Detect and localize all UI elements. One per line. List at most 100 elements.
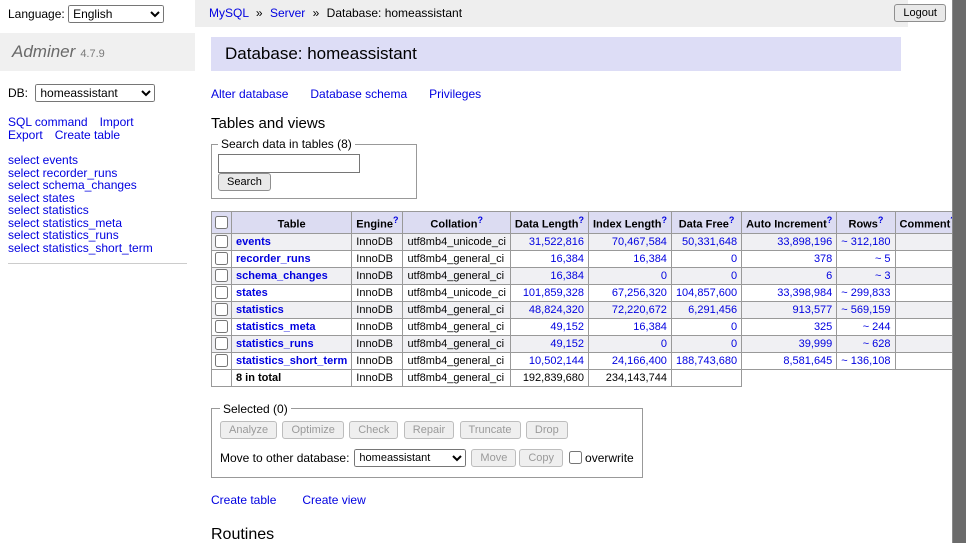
adminer-logo-text[interactable]: Adminer: [12, 42, 75, 61]
language-select[interactable]: English: [68, 5, 164, 23]
select-all-checkbox[interactable]: [215, 216, 228, 229]
data-length-link[interactable]: 31,522,816: [529, 236, 584, 248]
auto-increment-link[interactable]: 325: [814, 321, 832, 333]
index-length-link[interactable]: 72,220,672: [612, 304, 667, 316]
help-link[interactable]: ?: [578, 215, 584, 225]
sidebar-create-table-link[interactable]: Create table: [55, 128, 120, 142]
auto-increment-link[interactable]: 33,898,196: [777, 236, 832, 248]
row-checkbox[interactable]: [215, 303, 228, 316]
index-length-link[interactable]: 24,166,400: [612, 355, 667, 367]
search-input[interactable]: [218, 154, 360, 173]
move-button[interactable]: Move: [471, 449, 516, 467]
table-name-link[interactable]: states: [236, 287, 268, 299]
rows-link[interactable]: ~ 244: [863, 321, 891, 333]
privileges-link[interactable]: Privileges: [429, 87, 481, 101]
logout-button[interactable]: Logout: [894, 4, 946, 22]
auto-increment-link[interactable]: 913,577: [793, 304, 833, 316]
table-name-link[interactable]: statistics_short_term: [236, 355, 347, 367]
table-name-link[interactable]: statistics_runs: [236, 338, 314, 350]
drop-button[interactable]: Drop: [526, 421, 568, 439]
index-length-link[interactable]: 16,384: [633, 253, 667, 265]
row-checkbox[interactable]: [215, 252, 228, 265]
data-length-link[interactable]: 101,859,328: [523, 287, 584, 299]
data-free-link[interactable]: 6,291,456: [688, 304, 737, 316]
rows-link[interactable]: ~ 299,833: [841, 287, 890, 299]
index-length-link[interactable]: 0: [661, 338, 667, 350]
help-link[interactable]: ?: [878, 215, 884, 225]
vertical-scrollbar[interactable]: [952, 0, 966, 543]
truncate-button[interactable]: Truncate: [460, 421, 521, 439]
rows-link[interactable]: ~ 628: [863, 338, 891, 350]
data-free-link[interactable]: 0: [731, 321, 737, 333]
data-length-link[interactable]: 49,152: [550, 321, 584, 333]
search-button[interactable]: Search: [218, 173, 271, 191]
index-length-link[interactable]: 67,256,320: [612, 287, 667, 299]
sidebar-table-link[interactable]: select events: [8, 154, 187, 167]
copy-button[interactable]: Copy: [519, 449, 563, 467]
auto-increment-link[interactable]: 378: [814, 253, 832, 265]
row-checkbox[interactable]: [215, 235, 228, 248]
sidebar-table-link[interactable]: select statistics_runs: [8, 229, 187, 242]
export-link[interactable]: Export: [8, 128, 43, 142]
rows-link[interactable]: ~ 5: [875, 253, 891, 265]
table-name-link[interactable]: schema_changes: [236, 270, 328, 282]
database-schema-link[interactable]: Database schema: [310, 87, 407, 101]
table-name-link[interactable]: statistics: [236, 304, 284, 316]
check-button[interactable]: Check: [349, 421, 398, 439]
sidebar-table-link[interactable]: select schema_changes: [8, 179, 187, 192]
breadcrumb-server-link[interactable]: Server: [270, 6, 305, 20]
auto-increment-link[interactable]: 39,999: [799, 338, 833, 350]
main-create-table-link[interactable]: Create table: [211, 493, 276, 507]
scrollbar-thumb[interactable]: [952, 0, 966, 543]
table-name-link[interactable]: recorder_runs: [236, 253, 311, 265]
comment-cell: [895, 267, 952, 284]
help-link[interactable]: ?: [393, 215, 399, 225]
data-free-link[interactable]: 104,857,600: [676, 287, 737, 299]
row-checkbox[interactable]: [215, 320, 228, 333]
row-checkbox[interactable]: [215, 286, 228, 299]
rows-link[interactable]: ~ 569,159: [841, 304, 890, 316]
sidebar-table-link[interactable]: select statistics_short_term: [8, 242, 187, 255]
row-checkbox[interactable]: [215, 354, 228, 367]
main-create-view-link[interactable]: Create view: [302, 493, 365, 507]
import-link[interactable]: Import: [100, 115, 134, 129]
help-link[interactable]: ?: [827, 215, 833, 225]
data-free-link[interactable]: 50,331,648: [682, 236, 737, 248]
optimize-button[interactable]: Optimize: [282, 421, 343, 439]
db-select[interactable]: homeassistant: [35, 84, 155, 102]
table-name-link[interactable]: events: [236, 236, 271, 248]
index-length-link[interactable]: 0: [661, 270, 667, 282]
row-checkbox[interactable]: [215, 337, 228, 350]
data-free-link[interactable]: 0: [731, 253, 737, 265]
auto-increment-link[interactable]: 33,398,984: [777, 287, 832, 299]
rows-link[interactable]: ~ 312,180: [841, 236, 890, 248]
data-free-link[interactable]: 0: [731, 270, 737, 282]
sidebar-table-link[interactable]: select statistics: [8, 204, 187, 217]
rows-link[interactable]: ~ 3: [875, 270, 891, 282]
data-free-link[interactable]: 188,743,680: [676, 355, 737, 367]
auto-increment-link[interactable]: 6: [826, 270, 832, 282]
data-length-link[interactable]: 48,824,320: [529, 304, 584, 316]
repair-button[interactable]: Repair: [404, 421, 454, 439]
help-link[interactable]: ?: [477, 215, 483, 225]
row-checkbox[interactable]: [215, 269, 228, 282]
move-db-select[interactable]: homeassistant: [354, 449, 466, 467]
data-free-link[interactable]: 0: [731, 338, 737, 350]
table-name-link[interactable]: statistics_meta: [236, 321, 316, 333]
breadcrumb-mysql-link[interactable]: MySQL: [209, 6, 249, 20]
index-length-link[interactable]: 70,467,584: [612, 236, 667, 248]
data-length-link[interactable]: 16,384: [550, 270, 584, 282]
alter-database-link[interactable]: Alter database: [211, 87, 288, 101]
data-length-link[interactable]: 16,384: [550, 253, 584, 265]
analyze-button[interactable]: Analyze: [220, 421, 277, 439]
index-length-link[interactable]: 16,384: [633, 321, 667, 333]
data-length-cell: 49,152: [510, 335, 588, 352]
auto-increment-link[interactable]: 8,581,645: [783, 355, 832, 367]
help-link[interactable]: ?: [661, 215, 667, 225]
rows-link[interactable]: ~ 136,108: [841, 355, 890, 367]
data-length-link[interactable]: 49,152: [550, 338, 584, 350]
overwrite-checkbox[interactable]: [569, 451, 582, 464]
help-link[interactable]: ?: [729, 215, 735, 225]
sql-command-link[interactable]: SQL command: [8, 115, 88, 129]
data-length-link[interactable]: 10,502,144: [529, 355, 584, 367]
